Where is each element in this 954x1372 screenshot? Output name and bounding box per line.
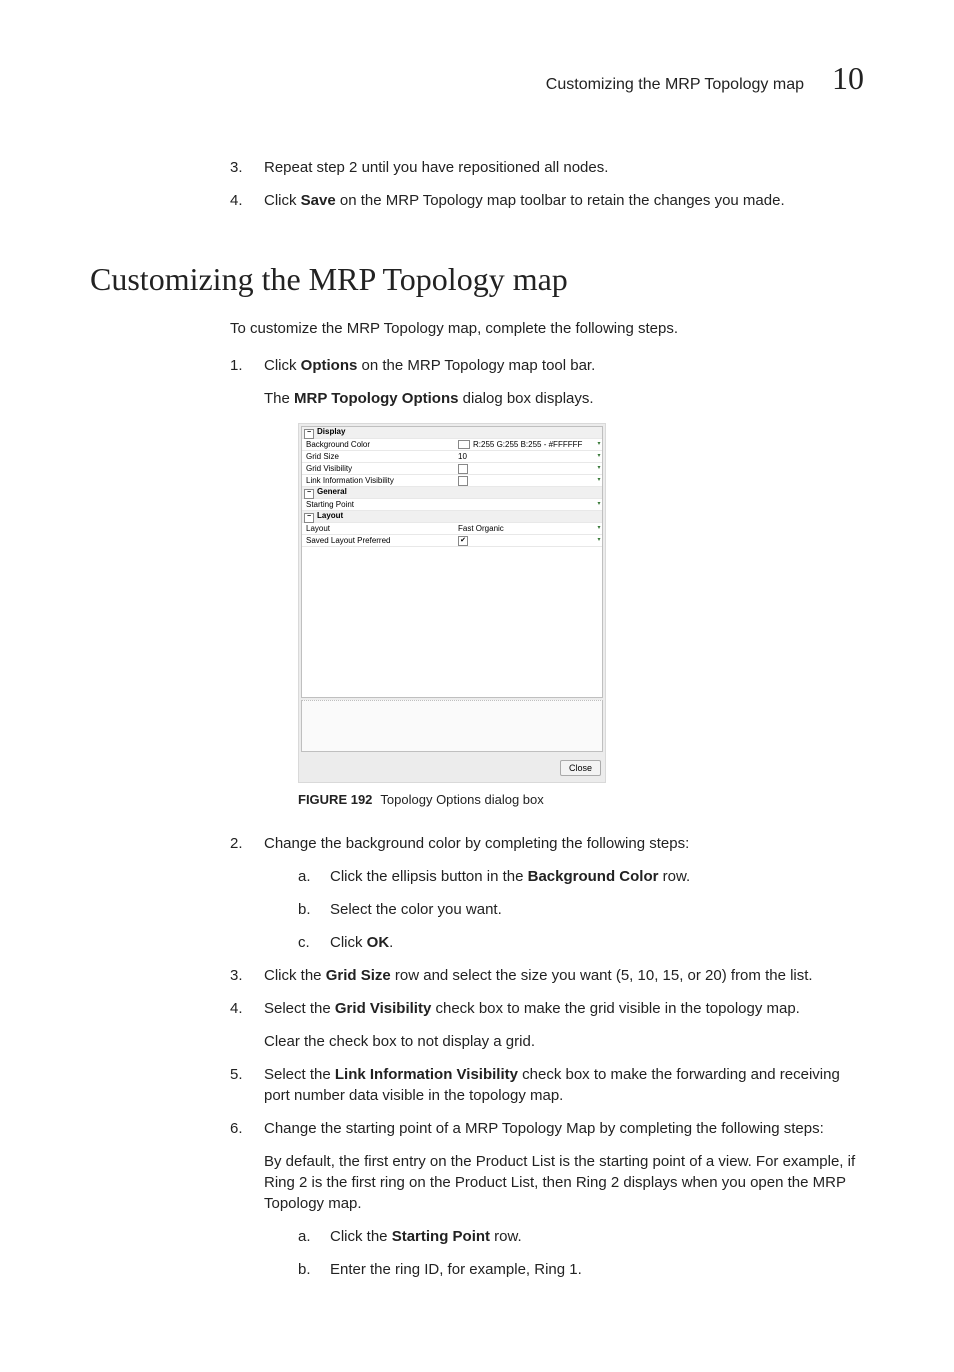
grid-empty-area xyxy=(302,547,602,697)
step2b: Select the color you want. xyxy=(298,899,864,920)
section-heading: Customizing the MRP Topology map xyxy=(90,261,864,298)
group-display[interactable]: −Display xyxy=(302,427,602,439)
page-header: Customizing the MRP Topology map 10 xyxy=(90,60,864,97)
header-title: Customizing the MRP Topology map xyxy=(546,76,804,94)
chevron-down-icon[interactable]: ▾ xyxy=(596,464,602,472)
chevron-down-icon[interactable]: ▾ xyxy=(596,452,602,460)
procedure-steps: Click Options on the MRP Topology map to… xyxy=(230,355,864,1280)
row-background-color[interactable]: Background Color R:255 G:255 B:255 - #FF… xyxy=(302,439,602,451)
section-intro: To customize the MRP Topology map, compl… xyxy=(230,318,864,339)
step-3: Repeat step 2 until you have repositione… xyxy=(230,157,864,178)
chapter-number: 10 xyxy=(832,60,864,97)
group-general[interactable]: −General xyxy=(302,487,602,499)
proc-step-6: Change the starting point of a MRP Topol… xyxy=(230,1118,864,1280)
collapse-icon[interactable]: − xyxy=(304,513,314,523)
topology-options-dialog: −Display Background Color R:255 G:255 B:… xyxy=(298,423,606,783)
step6-substeps: Click the Starting Point row. Enter the … xyxy=(298,1226,864,1280)
row-saved-layout-preferred[interactable]: Saved Layout Preferred ✔ ▾ xyxy=(302,535,602,547)
group-layout[interactable]: −Layout xyxy=(302,511,602,523)
row-grid-size[interactable]: Grid Size 10 ▾ xyxy=(302,451,602,463)
proc-step-4: Select the Grid Visibility check box to … xyxy=(230,998,864,1052)
step2a: Click the ellipsis button in the Backgro… xyxy=(298,866,864,887)
options-grid: −Display Background Color R:255 G:255 B:… xyxy=(301,426,603,698)
row-grid-visibility[interactable]: Grid Visibility ▾ xyxy=(302,463,602,475)
step6a: Click the Starting Point row. xyxy=(298,1226,864,1247)
color-swatch xyxy=(458,440,470,449)
step-4: Click Save on the MRP Topology map toolb… xyxy=(230,190,864,211)
step2-substeps: Click the ellipsis button in the Backgro… xyxy=(298,866,864,953)
close-button[interactable]: Close xyxy=(560,760,601,776)
figure-caption: FIGURE 192Topology Options dialog box xyxy=(298,791,864,809)
checkbox-checked[interactable]: ✔ xyxy=(458,536,468,546)
chevron-down-icon[interactable]: ▾ xyxy=(596,524,602,532)
continued-steps: Repeat step 2 until you have repositione… xyxy=(230,157,864,211)
step2c: Click OK. xyxy=(298,932,864,953)
proc-step-2: Change the background color by completin… xyxy=(230,833,864,953)
chevron-down-icon[interactable]: ▾ xyxy=(596,500,602,508)
step6b: Enter the ring ID, for example, Ring 1. xyxy=(298,1259,864,1280)
collapse-icon[interactable]: − xyxy=(304,489,314,499)
collapse-icon[interactable]: − xyxy=(304,429,314,439)
checkbox-unchecked[interactable] xyxy=(458,476,468,486)
checkbox-unchecked[interactable] xyxy=(458,464,468,474)
chevron-down-icon[interactable]: ▾ xyxy=(596,476,602,484)
detail-pane xyxy=(301,700,603,752)
chevron-down-icon[interactable]: ▾ xyxy=(596,536,602,544)
proc-step-3: Click the Grid Size row and select the s… xyxy=(230,965,864,986)
proc-step-5: Select the Link Information Visibility c… xyxy=(230,1064,864,1106)
chevron-down-icon[interactable]: ▾ xyxy=(596,440,602,448)
row-layout[interactable]: Layout Fast Organic ▾ xyxy=(302,523,602,535)
proc-step-1: Click Options on the MRP Topology map to… xyxy=(230,355,864,809)
